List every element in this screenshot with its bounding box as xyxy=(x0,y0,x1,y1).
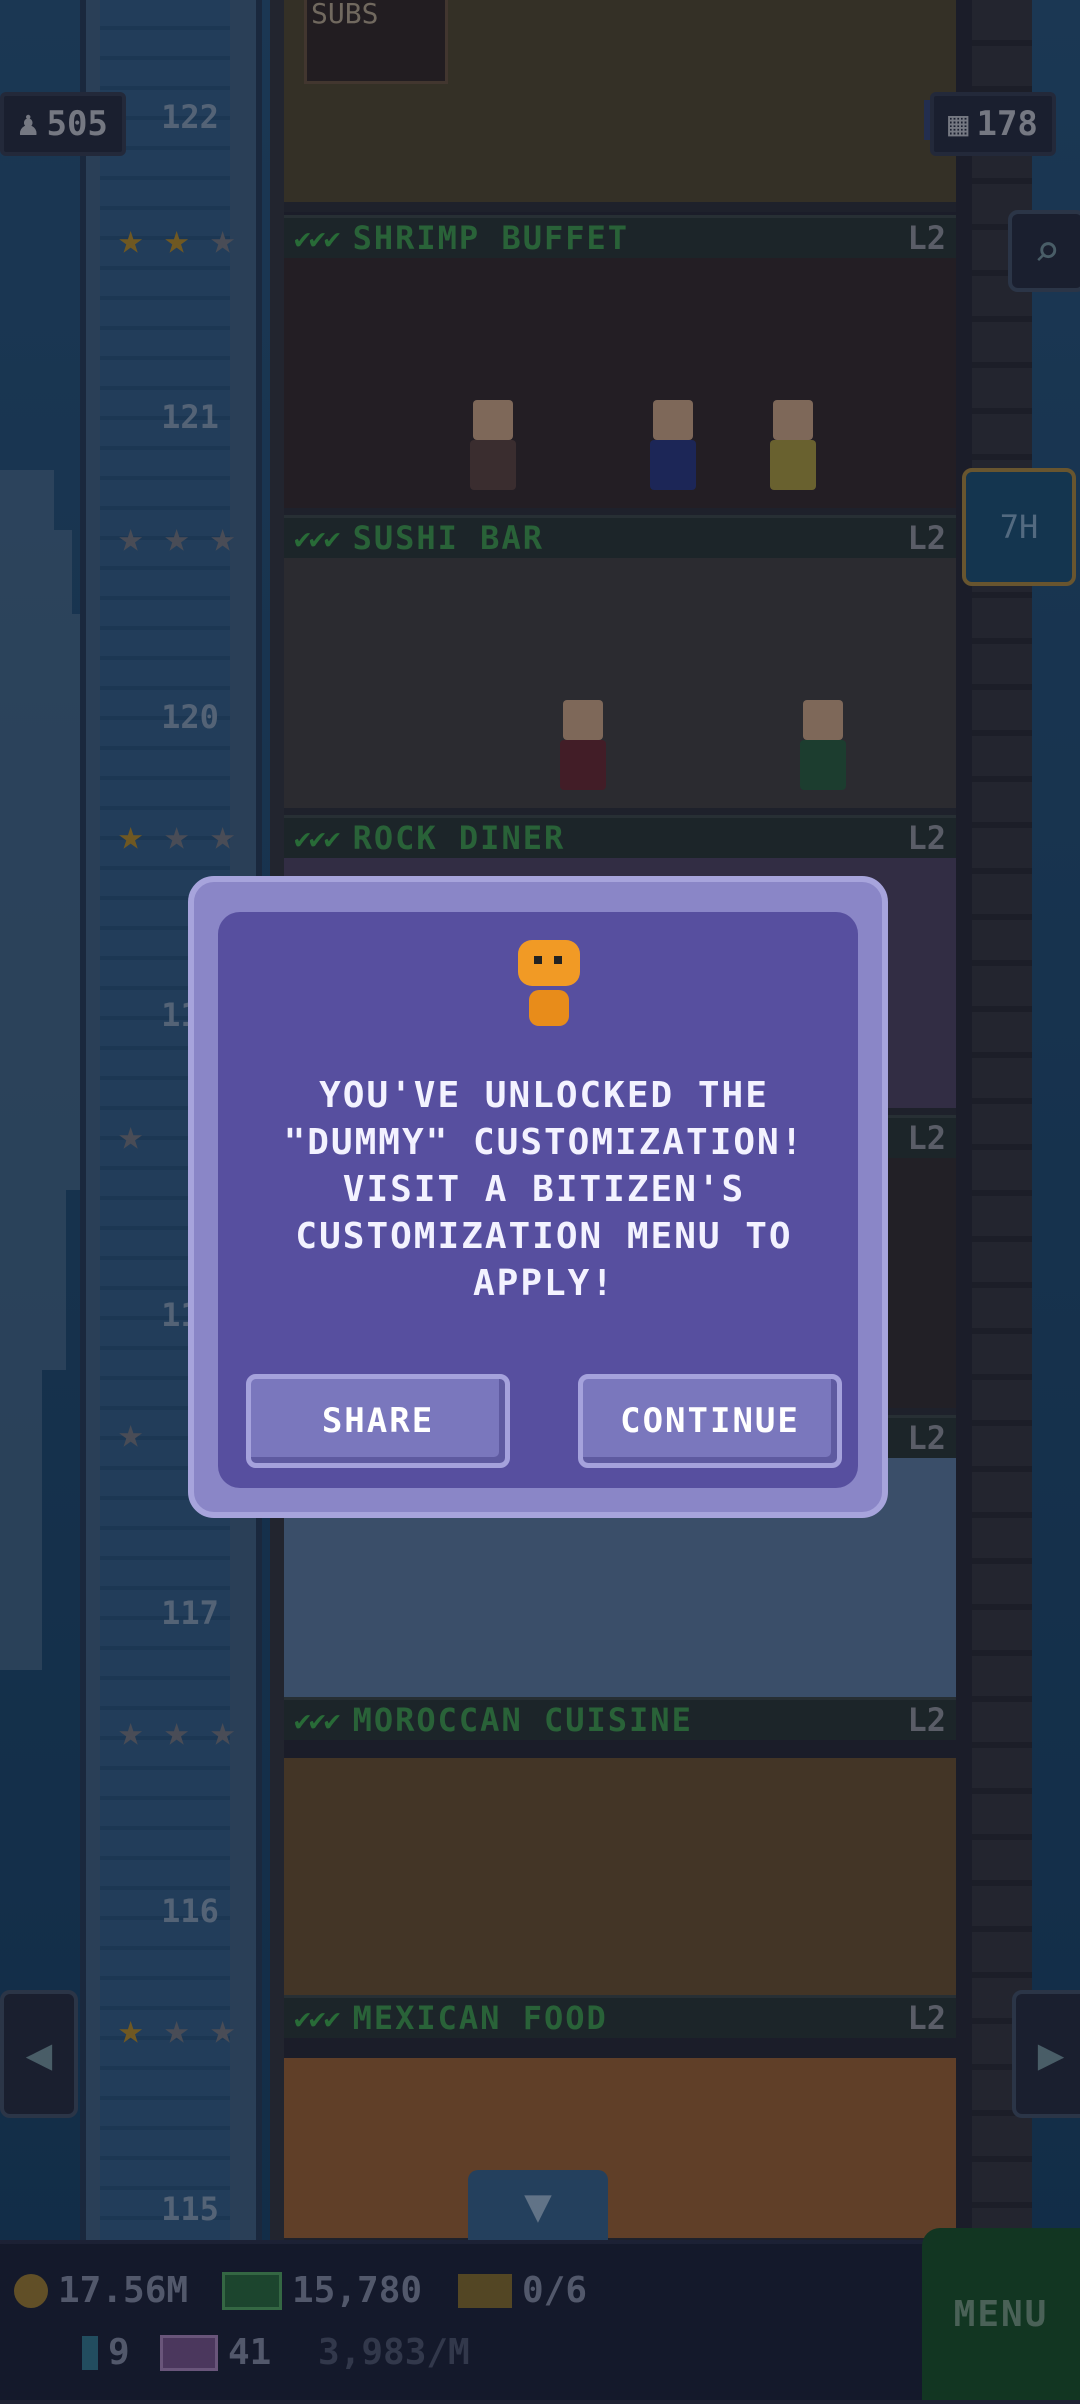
dummy-mascot-icon xyxy=(514,940,584,1030)
share-label: SHARE xyxy=(321,1401,435,1441)
dialog-message: YOU'VE UNLOCKED THE "DUMMY" CUSTOMIZATIO… xyxy=(283,1075,805,1304)
share-button[interactable]: SHARE xyxy=(246,1374,510,1468)
unlock-dialog: YOU'VE UNLOCKED THE "DUMMY" CUSTOMIZATIO… xyxy=(188,876,888,1518)
continue-label: CONTINUE xyxy=(620,1401,800,1441)
continue-button[interactable]: CONTINUE xyxy=(578,1374,842,1468)
